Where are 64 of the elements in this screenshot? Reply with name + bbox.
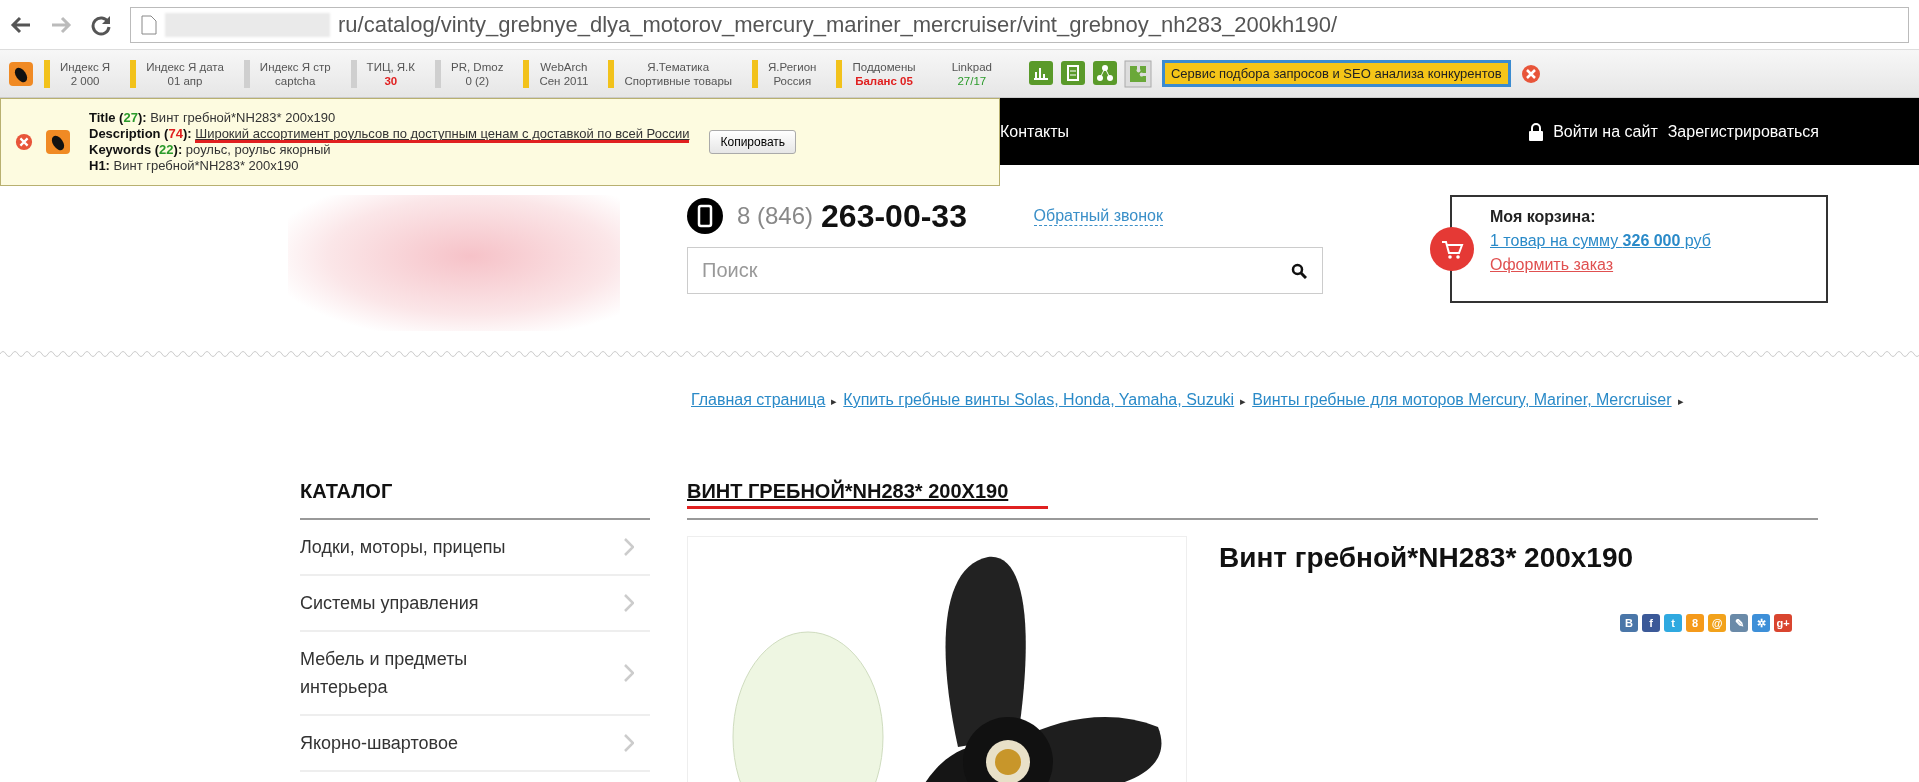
toolbar-metric[interactable]: Я.Регион Россия xyxy=(752,59,827,88)
toolbar-metric[interactable]: Индекс Я 2 000 xyxy=(44,59,121,88)
share-button[interactable]: ✎ xyxy=(1730,614,1748,632)
copy-button[interactable]: Копировать xyxy=(709,130,797,154)
share-button[interactable]: B xyxy=(1620,614,1638,632)
puzzle-icon[interactable] xyxy=(1123,59,1152,88)
catalog-item[interactable]: Мебель и предметы интерьера xyxy=(300,632,650,716)
search-field[interactable]: Поиск xyxy=(687,247,1323,294)
toolbar-metric[interactable]: ТИЦ, Я.К 30 xyxy=(350,59,425,88)
chevron-right-icon xyxy=(624,664,634,682)
login-link[interactable]: Войти на сайт xyxy=(1553,122,1658,141)
forward-arrow-icon[interactable] xyxy=(50,14,72,35)
cart-summary-link[interactable]: 1 товар на сумму 326 000 руб xyxy=(1490,232,1711,249)
bar-chart-icon[interactable] xyxy=(1027,59,1054,86)
breadcrumb-link[interactable]: Винты гребные для моторов Mercury, Mariner, Mercruiser xyxy=(1252,391,1672,408)
cart-title: Моя корзина: xyxy=(1490,207,1597,227)
meta-line: Title (27): Винт гребной*NH283* 200x190 xyxy=(89,110,337,126)
extension-logo-icon[interactable] xyxy=(8,60,34,87)
callback-link[interactable]: Обратный звонок xyxy=(1033,206,1163,226)
toolbar-metric[interactable]: PR, Dmoz 0 (2) xyxy=(435,59,514,88)
catalog-item[interactable]: Лодки, моторы, прицепы xyxy=(300,520,650,576)
phone-icon xyxy=(687,198,723,234)
phone-code: 8 (846) xyxy=(737,202,814,230)
meta-line: H1: Винт гребной*NH283* 200x190 xyxy=(89,158,300,174)
register-link[interactable]: Зарегистрироваться xyxy=(1667,122,1819,141)
meta-line: Description (74): Широкий ассортимент роульсов по доступным ценам с доставкой по всей России xyxy=(89,126,690,142)
nav-link[interactable]: Контакты xyxy=(1000,122,1070,141)
cart-icon[interactable] xyxy=(1430,227,1474,271)
breadcrumb-link[interactable]: Купить гребные винты Solas, Honda, Yamaha, Suzuki xyxy=(843,391,1235,408)
chevron-right-icon xyxy=(624,538,634,556)
phone-number: 263-00-33 xyxy=(821,197,967,235)
toolbar-metric[interactable]: Я.Тематика Спортивные товары xyxy=(608,59,743,88)
address-bar[interactable]: ru/catalog/vinty_grebnye_dlya_motorov_mercury_mariner_mercruiser/vint_grebnoy_nh283_200kh190/ xyxy=(130,6,1909,43)
product-title: Винт гребной*NH283* 200x190 xyxy=(1219,542,1635,574)
share-button[interactable]: g+ xyxy=(1774,614,1792,632)
reload-icon[interactable] xyxy=(90,13,112,36)
checkout-link[interactable]: Оформить заказ xyxy=(1490,256,1614,273)
toolbar-metric[interactable]: Linkpad 27/17 xyxy=(935,59,1002,88)
product-heading: ВИНТ ГРЕБНОЙ*NH283* 200X190 xyxy=(687,480,1009,503)
catalog-heading: КАТАЛОГ xyxy=(300,480,650,520)
breadcrumb-separator: ▸ xyxy=(1240,395,1247,407)
back-arrow-icon[interactable] xyxy=(10,14,32,35)
close-icon[interactable] xyxy=(15,133,33,151)
toolbar-metric[interactable]: Индекс Я дата 01 апр xyxy=(130,59,234,88)
service-button[interactable]: Сервис подбора запросов и SEO анализа конкурентов xyxy=(1161,60,1511,87)
breadcrumb-separator: ▸ xyxy=(831,395,838,407)
toolbar-metric[interactable]: WebArch Сен 2011 xyxy=(523,59,599,88)
chevron-right-icon xyxy=(624,594,634,612)
extension-logo-icon xyxy=(45,129,71,155)
catalog-item[interactable]: Системы управления xyxy=(300,576,650,632)
breadcrumb-link[interactable]: Главная страница xyxy=(691,391,826,408)
share-button[interactable]: f xyxy=(1642,614,1660,632)
toolbar-metric[interactable]: Поддомены Баланс 05 xyxy=(836,59,926,88)
toolbar-metric[interactable]: Индекс Я стр captcha xyxy=(243,59,341,88)
close-icon[interactable] xyxy=(1520,63,1541,84)
lock-icon xyxy=(1529,122,1544,141)
page-icon xyxy=(141,14,157,35)
document-icon[interactable] xyxy=(1059,59,1086,86)
search-icon[interactable] xyxy=(1291,263,1307,279)
meta-line: Keywords (22): роульс, роульс якорный xyxy=(89,142,332,158)
chevron-right-icon xyxy=(624,734,634,752)
hierarchy-icon[interactable] xyxy=(1091,59,1118,86)
breadcrumb-separator: ▸ xyxy=(1677,395,1684,407)
catalog-item[interactable]: Якорно-швартовое xyxy=(300,716,650,772)
